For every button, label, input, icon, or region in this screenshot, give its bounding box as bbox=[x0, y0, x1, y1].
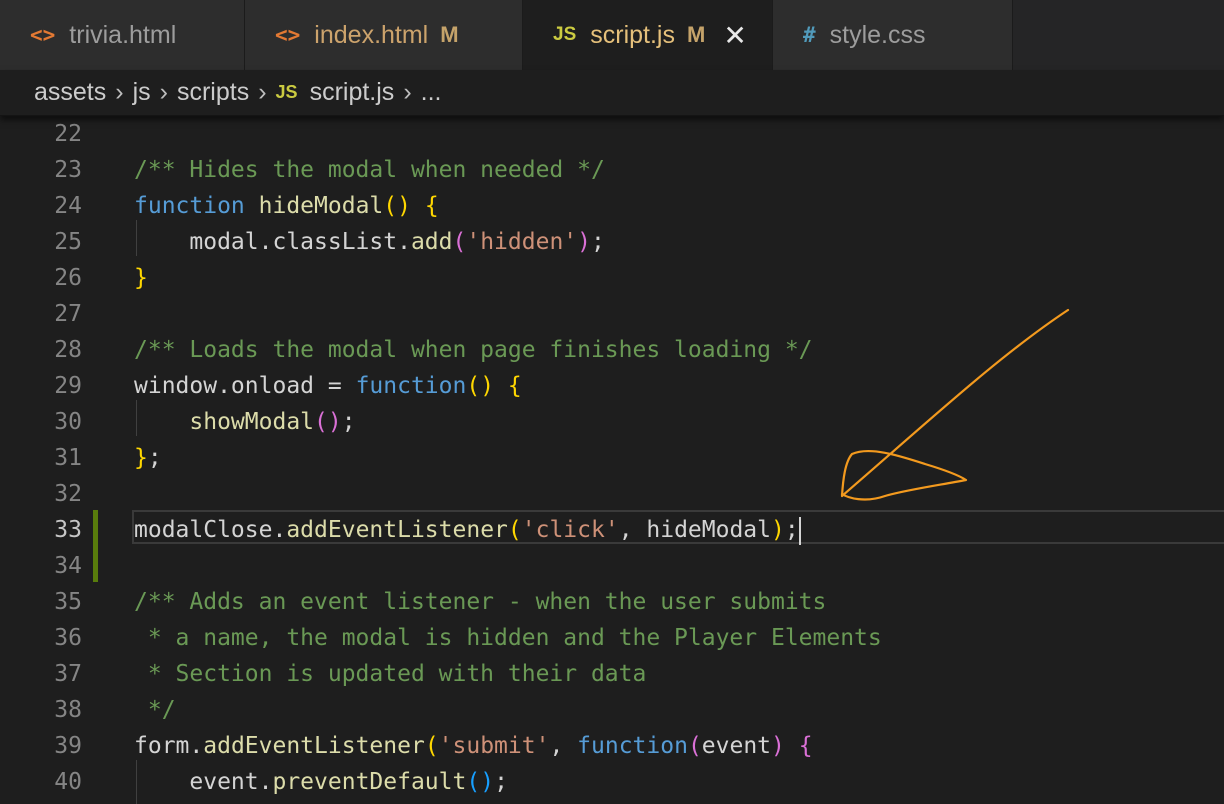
line-number: 22 bbox=[54, 121, 82, 147]
tab-label: script.js bbox=[590, 20, 675, 49]
breadcrumb-item-symbols[interactable]: ... bbox=[421, 78, 442, 107]
code-line-current: 33 modalClose.addEventListener('click', … bbox=[0, 512, 1224, 548]
chevron-right-icon: › bbox=[159, 78, 168, 106]
close-icon[interactable]: ✕ bbox=[723, 19, 746, 52]
line-number: 27 bbox=[54, 301, 82, 327]
html-file-icon: <> bbox=[30, 23, 56, 47]
line-content: /** Hides the modal when needed */ bbox=[134, 157, 605, 183]
line-number: 32 bbox=[54, 481, 82, 507]
js-file-icon: JS bbox=[275, 82, 298, 102]
css-file-icon: # bbox=[803, 23, 816, 47]
line-content: /** Adds an event listener - when the us… bbox=[134, 589, 827, 615]
modified-badge: M bbox=[686, 22, 706, 47]
chevron-right-icon: › bbox=[403, 78, 412, 106]
line-content: form.addEventListener('submit', function… bbox=[134, 733, 813, 759]
line-content: window.onload = function() { bbox=[134, 373, 522, 399]
code-line: 38 */ bbox=[0, 692, 1224, 728]
line-number: 28 bbox=[54, 337, 82, 363]
line-number: 40 bbox=[54, 769, 82, 795]
line-content: }; bbox=[134, 445, 162, 471]
code-editor[interactable]: 22 23 /** Hides the modal when needed */… bbox=[0, 116, 1224, 804]
line-number: 29 bbox=[54, 373, 82, 399]
tab-label: style.css bbox=[829, 20, 926, 49]
code-line: 34 bbox=[0, 548, 1224, 584]
line-number: 30 bbox=[54, 409, 82, 435]
line-number: 24 bbox=[54, 193, 82, 219]
line-number: 35 bbox=[54, 589, 82, 615]
tab-bar: <> trivia.html <> index.html M JS script… bbox=[0, 0, 1224, 70]
tab-style-css[interactable]: # style.css bbox=[773, 0, 1013, 70]
line-content: } bbox=[134, 265, 148, 291]
chevron-right-icon: › bbox=[258, 78, 267, 106]
line-content: * a name, the modal is hidden and the Pl… bbox=[134, 625, 882, 651]
line-content: showModal(); bbox=[189, 409, 356, 435]
line-content: event.preventDefault(); bbox=[134, 769, 508, 795]
line-number: 33 bbox=[54, 517, 82, 543]
line-number: 36 bbox=[54, 625, 82, 651]
breadcrumb-item-scripts[interactable]: scripts bbox=[177, 78, 249, 107]
line-number: 23 bbox=[54, 157, 82, 183]
line-content: /** Loads the modal when page finishes l… bbox=[134, 337, 813, 363]
line-number: 31 bbox=[54, 445, 82, 471]
js-file-icon: JS bbox=[553, 24, 577, 45]
line-number: 39 bbox=[54, 733, 82, 759]
code-line: 26 } bbox=[0, 260, 1224, 296]
line-content: function hideModal() { bbox=[134, 193, 439, 219]
code-line: 31 }; bbox=[0, 440, 1224, 476]
html-file-icon: <> bbox=[275, 23, 301, 47]
tab-index-html[interactable]: <> index.html M bbox=[245, 0, 523, 70]
code-line: 23 /** Hides the modal when needed */ bbox=[0, 152, 1224, 188]
code-line: 37 * Section is updated with their data bbox=[0, 656, 1224, 692]
tab-script-js[interactable]: JS script.js M ✕ bbox=[523, 0, 773, 70]
line-content: * Section is updated with their data bbox=[134, 661, 647, 687]
code-line: 27 bbox=[0, 296, 1224, 332]
code-line: 25 modal.classList.add('hidden'); bbox=[0, 224, 1224, 260]
code-line: 30 showModal(); bbox=[0, 404, 1224, 440]
code-line: 32 bbox=[0, 476, 1224, 512]
tab-label: trivia.html bbox=[69, 20, 177, 49]
line-number: 25 bbox=[54, 229, 82, 255]
chevron-right-icon: › bbox=[115, 78, 124, 106]
code-line: 24 function hideModal() { bbox=[0, 188, 1224, 224]
line-content: modal.classList.add('hidden'); bbox=[134, 229, 605, 255]
line-number: 34 bbox=[54, 553, 82, 579]
code-line: 29 window.onload = function() { bbox=[0, 368, 1224, 404]
code-line: 40 event.preventDefault(); bbox=[0, 764, 1224, 800]
code-line: 36 * a name, the modal is hidden and the… bbox=[0, 620, 1224, 656]
text-cursor bbox=[798, 516, 801, 545]
line-number: 26 bbox=[54, 265, 82, 291]
code-line: 35 /** Adds an event listener - when the… bbox=[0, 584, 1224, 620]
tab-trivia-html[interactable]: <> trivia.html bbox=[0, 0, 245, 70]
code-line: 22 bbox=[0, 116, 1224, 152]
breadcrumb-item-js[interactable]: js bbox=[133, 78, 151, 107]
code-line: 39 form.addEventListener('submit', funct… bbox=[0, 728, 1224, 764]
line-number: 38 bbox=[54, 697, 82, 723]
line-content: modalClose.addEventListener('click', hid… bbox=[134, 516, 801, 545]
tab-label: index.html bbox=[314, 20, 429, 49]
line-content: */ bbox=[134, 697, 176, 723]
modified-badge: M bbox=[440, 22, 459, 47]
breadcrumb: assets › js › scripts › JS script.js › .… bbox=[0, 70, 1224, 116]
breadcrumb-item-assets[interactable]: assets bbox=[34, 78, 106, 107]
line-number: 37 bbox=[54, 661, 82, 687]
code-line: 28 /** Loads the modal when page finishe… bbox=[0, 332, 1224, 368]
breadcrumb-item-script-js[interactable]: script.js bbox=[310, 78, 395, 107]
